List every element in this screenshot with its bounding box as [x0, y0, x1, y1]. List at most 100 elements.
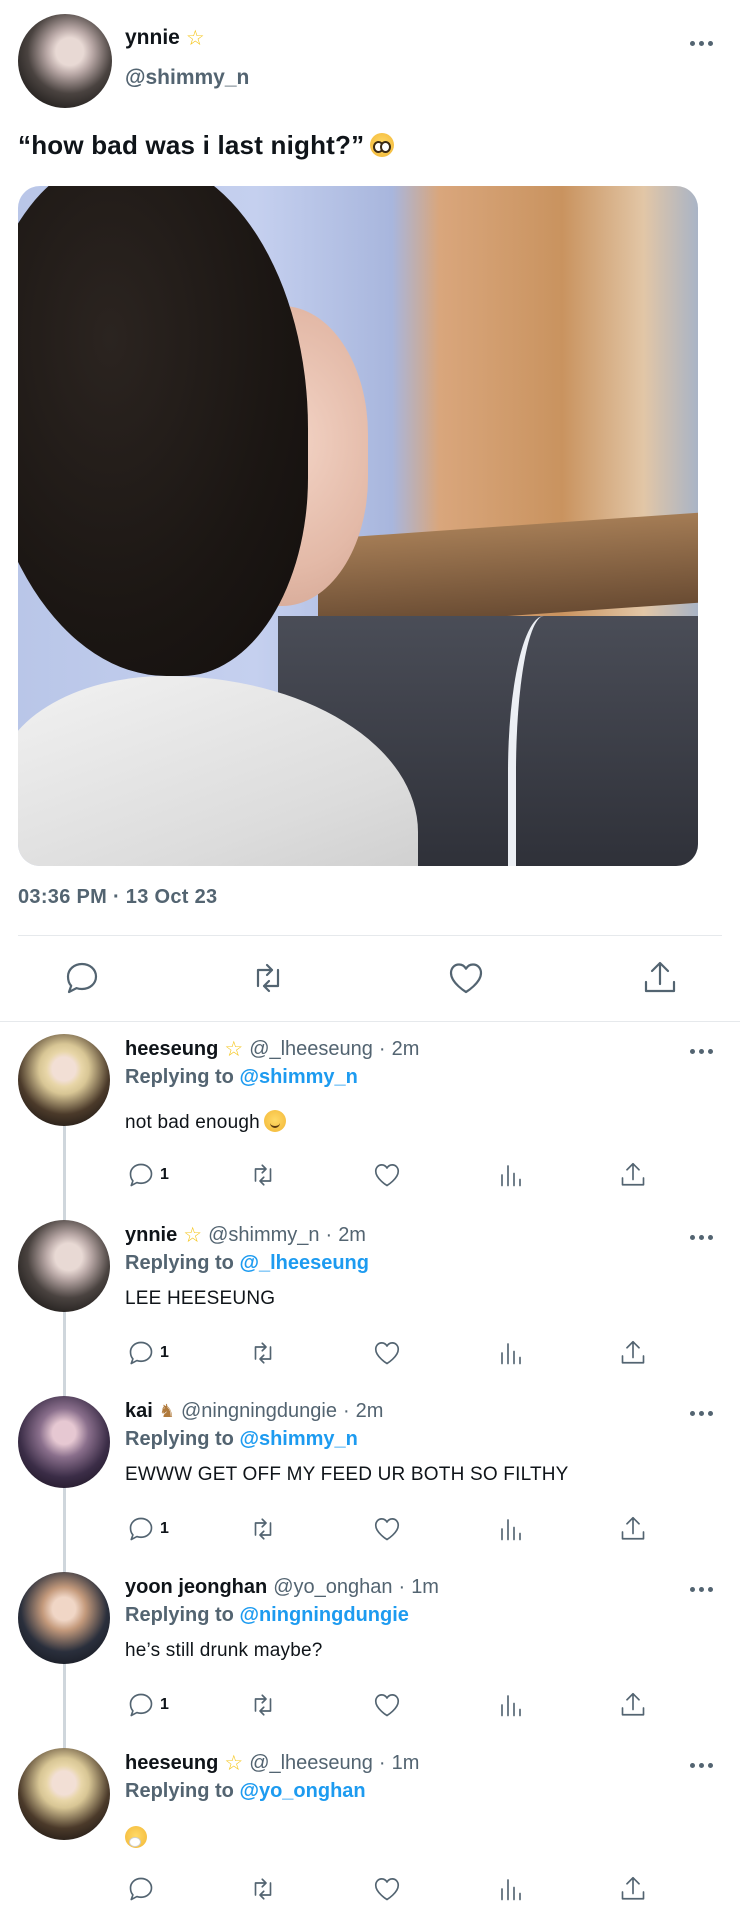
star-icon: ☆ [224, 1038, 244, 1061]
avatar[interactable] [18, 14, 112, 108]
analytics-button[interactable] [496, 1688, 526, 1722]
share-button[interactable] [618, 1872, 648, 1906]
share-icon[interactable] [640, 958, 680, 998]
avatar[interactable] [18, 1572, 110, 1664]
share-button[interactable] [618, 1688, 648, 1722]
reply-text [125, 1826, 147, 1854]
reply-button[interactable]: 1 [126, 1336, 169, 1370]
reply-author-name[interactable]: yoon jeonghan [125, 1576, 267, 1599]
reply-author-handle[interactable]: @yo_onghan [273, 1576, 392, 1599]
retweet-button[interactable] [248, 1872, 278, 1906]
reply-actions: 1 [0, 1158, 740, 1192]
reply-time[interactable]: 2m [338, 1224, 366, 1247]
tweet-timestamp[interactable]: 03:36 PM · 13 Oct 23 [18, 886, 217, 909]
camel-icon: ♞ [158, 1401, 175, 1421]
reply-icon [126, 1874, 156, 1904]
reply-count: 1 [160, 1166, 169, 1183]
retweet-button[interactable] [248, 1158, 278, 1192]
avatar[interactable] [18, 1034, 110, 1126]
separator-dot: · [398, 1576, 406, 1598]
reply-button[interactable] [126, 1872, 156, 1906]
analytics-icon [496, 1338, 526, 1368]
reply-author-name[interactable]: kai [125, 1400, 153, 1423]
replying-to: Replying to @shimmy_n [125, 1066, 358, 1089]
like-icon [372, 1514, 402, 1544]
reply-item: ynnie ☆ @shimmy_n · 2m Replying to @_lhe… [0, 1220, 740, 1380]
sneezing-face-emoji-icon [125, 1826, 147, 1848]
reply-time[interactable]: 2m [392, 1038, 420, 1061]
mention-link[interactable]: @ningningdungie [239, 1604, 408, 1626]
reply-time[interactable]: 1m [392, 1752, 420, 1775]
reply-author-name[interactable]: heeseung [125, 1038, 218, 1061]
more-options-icon[interactable] [688, 1584, 714, 1594]
avatar[interactable] [18, 1748, 110, 1840]
like-button[interactable] [372, 1872, 402, 1906]
retweet-button[interactable] [248, 1688, 278, 1722]
reply-author-handle[interactable]: @_lheeseung [249, 1752, 373, 1775]
reply-actions [0, 1872, 740, 1906]
retweet-icon[interactable] [248, 958, 288, 998]
more-options-icon[interactable] [688, 1046, 714, 1056]
reply-button[interactable]: 1 [126, 1512, 169, 1546]
reply-button[interactable]: 1 [126, 1158, 169, 1192]
reply-author-handle[interactable]: @ningningdungie [181, 1400, 337, 1423]
more-options-icon[interactable] [688, 1408, 714, 1418]
like-button[interactable] [372, 1688, 402, 1722]
analytics-button[interactable] [496, 1512, 526, 1546]
retweet-button[interactable] [248, 1512, 278, 1546]
pleading-face-emoji-icon [370, 133, 395, 157]
retweet-icon [248, 1338, 278, 1368]
tweet-photo[interactable] [18, 186, 698, 866]
reply-author-name[interactable]: heeseung [125, 1752, 218, 1775]
separator-dot: · [342, 1400, 350, 1422]
reply-item: kai ♞ @ningningdungie · 2m Replying to @… [0, 1396, 740, 1556]
reply-time[interactable]: 1m [411, 1576, 439, 1599]
avatar[interactable] [18, 1396, 110, 1488]
reply-header: heeseung ☆ @_lheeseung · 1m [125, 1752, 419, 1775]
analytics-button[interactable] [496, 1158, 526, 1192]
star-icon: ☆ [183, 1224, 203, 1247]
share-button[interactable] [618, 1512, 648, 1546]
retweet-icon [248, 1160, 278, 1190]
reply-author-name[interactable]: ynnie [125, 1224, 177, 1247]
reply-header: yoon jeonghan @yo_onghan · 1m [125, 1576, 439, 1599]
reply-icon[interactable] [62, 958, 102, 998]
retweet-icon [248, 1514, 278, 1544]
avatar[interactable] [18, 1220, 110, 1312]
analytics-button[interactable] [496, 1872, 526, 1906]
replying-to-label: Replying to [125, 1066, 234, 1088]
replying-to: Replying to @shimmy_n [125, 1428, 358, 1451]
star-icon: ☆ [224, 1752, 244, 1775]
reply-author-handle[interactable]: @shimmy_n [208, 1224, 319, 1247]
analytics-icon [496, 1514, 526, 1544]
more-options-icon[interactable] [688, 1232, 714, 1242]
reply-button[interactable]: 1 [126, 1688, 169, 1722]
analytics-icon [496, 1690, 526, 1720]
reply-text: not bad enough [125, 1110, 286, 1134]
author-name[interactable]: ynnie [125, 26, 180, 50]
mention-link[interactable]: @_lheeseung [239, 1252, 369, 1274]
more-options-icon[interactable] [688, 38, 714, 48]
mention-link[interactable]: @shimmy_n [239, 1066, 357, 1088]
analytics-button[interactable] [496, 1336, 526, 1370]
share-button[interactable] [618, 1336, 648, 1370]
share-button[interactable] [618, 1158, 648, 1192]
retweet-button[interactable] [248, 1336, 278, 1370]
like-button[interactable] [372, 1158, 402, 1192]
mention-link[interactable]: @shimmy_n [239, 1428, 357, 1450]
reply-text-content: not bad enough [125, 1112, 260, 1133]
like-button[interactable] [372, 1336, 402, 1370]
mention-link[interactable]: @yo_onghan [239, 1780, 365, 1802]
reply-time[interactable]: 2m [356, 1400, 384, 1423]
reply-count: 1 [160, 1520, 169, 1537]
replying-to: Replying to @ningningdungie [125, 1604, 409, 1627]
like-icon [372, 1874, 402, 1904]
more-options-icon[interactable] [688, 1760, 714, 1770]
share-icon [618, 1160, 648, 1190]
reply-author-handle[interactable]: @_lheeseung [249, 1038, 373, 1061]
like-button[interactable] [372, 1512, 402, 1546]
like-icon[interactable] [446, 958, 486, 998]
reply-actions: 1 [0, 1688, 740, 1722]
author-handle[interactable]: @shimmy_n [125, 66, 249, 90]
tweet-text-content: “how bad was i last night?” [18, 130, 365, 160]
